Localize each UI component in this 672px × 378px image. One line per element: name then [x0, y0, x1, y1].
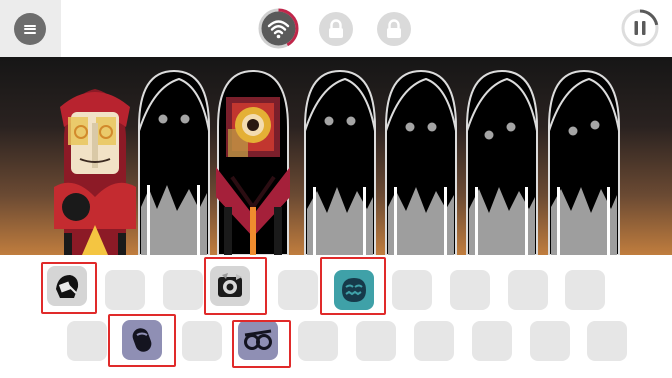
sound-slot-r2-5[interactable]: [298, 321, 338, 361]
online-mix-button[interactable]: [258, 8, 299, 49]
sound-slot-r1-5[interactable]: [278, 270, 318, 310]
character-4[interactable]: [299, 57, 381, 255]
sound-slot-r2-1[interactable]: [67, 321, 107, 361]
selection-highlight: [108, 314, 176, 367]
character-2[interactable]: [133, 57, 215, 255]
sound-slot-r2-9[interactable]: [530, 321, 570, 361]
sound-slot-r2-8[interactable]: [472, 321, 512, 361]
character-stage: [0, 57, 672, 255]
selection-highlight: [232, 320, 291, 368]
character-6[interactable]: [461, 57, 543, 255]
game-screen: [0, 0, 672, 378]
character-silhouette-icon: [304, 69, 376, 255]
character-red-rings-icon: [216, 69, 290, 255]
pause-button[interactable]: [620, 8, 660, 48]
pause-icon: [621, 9, 659, 47]
sound-slot-r1-7[interactable]: [392, 270, 432, 310]
character-1[interactable]: [54, 57, 136, 255]
sound-slot-r2-10[interactable]: [587, 321, 627, 361]
sound-slot-r1-10[interactable]: [565, 270, 605, 310]
selection-highlight: [204, 257, 267, 315]
sound-icon-tray: [0, 255, 672, 378]
sound-slot-r2-7[interactable]: [414, 321, 454, 361]
sound-slot-r2-6[interactable]: [356, 321, 396, 361]
sound-slot-r2-3[interactable]: [182, 321, 222, 361]
wifi-icon: [258, 8, 299, 49]
top-bar: [0, 0, 672, 57]
locked-slot-button-1[interactable]: [319, 12, 353, 46]
sound-slot-r1-8[interactable]: [450, 270, 490, 310]
locked-slot-button-2[interactable]: [377, 12, 411, 46]
character-7[interactable]: [543, 57, 625, 255]
menu-area: [0, 0, 61, 57]
lock-icon: [329, 19, 343, 38]
character-3[interactable]: [212, 57, 294, 255]
hamburger-icon: [24, 24, 36, 34]
character-silhouette-icon: [466, 69, 538, 255]
character-red-gold-icon: [54, 89, 136, 255]
sound-slot-r1-3[interactable]: [163, 270, 203, 310]
selection-highlight: [41, 262, 97, 314]
character-silhouette-icon: [548, 69, 620, 255]
character-5[interactable]: [380, 57, 462, 255]
lock-icon: [387, 19, 401, 38]
character-silhouette-icon: [138, 69, 210, 255]
sound-slot-r1-9[interactable]: [508, 270, 548, 310]
sound-slot-r1-2[interactable]: [105, 270, 145, 310]
menu-button[interactable]: [14, 13, 46, 45]
character-silhouette-icon: [385, 69, 457, 255]
selection-highlight: [320, 257, 386, 315]
